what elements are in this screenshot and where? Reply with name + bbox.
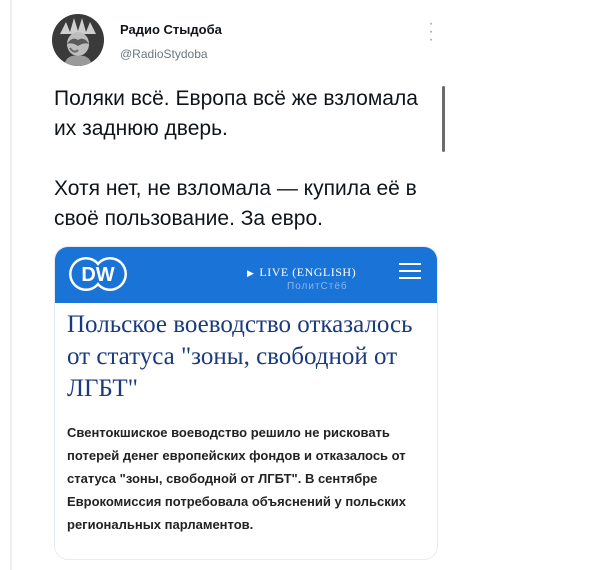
- dw-site-header: DW ▶ LIVE (ENGLISH) ПолитСтёб: [55, 247, 437, 303]
- tweet-paragraph: Поляки всё. Европа всё же взломала их за…: [54, 87, 418, 140]
- link-preview-card[interactable]: DW ▶ LIVE (ENGLISH) ПолитСтёб Польское во…: [54, 246, 438, 560]
- author-name[interactable]: Радио Стыдоба: [120, 22, 222, 37]
- tweet-body: Поляки всё. Европа всё же взломала их за…: [54, 84, 444, 234]
- timeline-divider: [10, 0, 12, 570]
- article-summary: Свентокшиское воеводство решило не риско…: [67, 425, 407, 532]
- live-label: LIVE (ENGLISH): [259, 265, 357, 279]
- avatar-statue-image: [52, 14, 104, 66]
- tweet-screenshot: Радио Стыдоба @RadioStydoba · · · Поляки в…: [0, 0, 605, 570]
- hamburger-menu-icon[interactable]: [399, 263, 421, 279]
- watermark: ПолитСтёб: [287, 281, 348, 292]
- live-english-link[interactable]: ▶ LIVE (ENGLISH): [247, 265, 356, 280]
- more-vertical-icon[interactable]: · · ·: [424, 16, 438, 48]
- dw-logo[interactable]: DW: [67, 255, 129, 293]
- article-headline[interactable]: Польское воеводство отказалось от статус…: [67, 309, 429, 405]
- tweet-paragraph: Хотя нет, не взломала — купила её в своё…: [54, 177, 417, 230]
- author-avatar[interactable]: [52, 14, 104, 66]
- svg-text:DW: DW: [81, 264, 114, 286]
- play-icon: ▶: [247, 268, 255, 278]
- author-handle[interactable]: @RadioStydoba: [120, 47, 208, 61]
